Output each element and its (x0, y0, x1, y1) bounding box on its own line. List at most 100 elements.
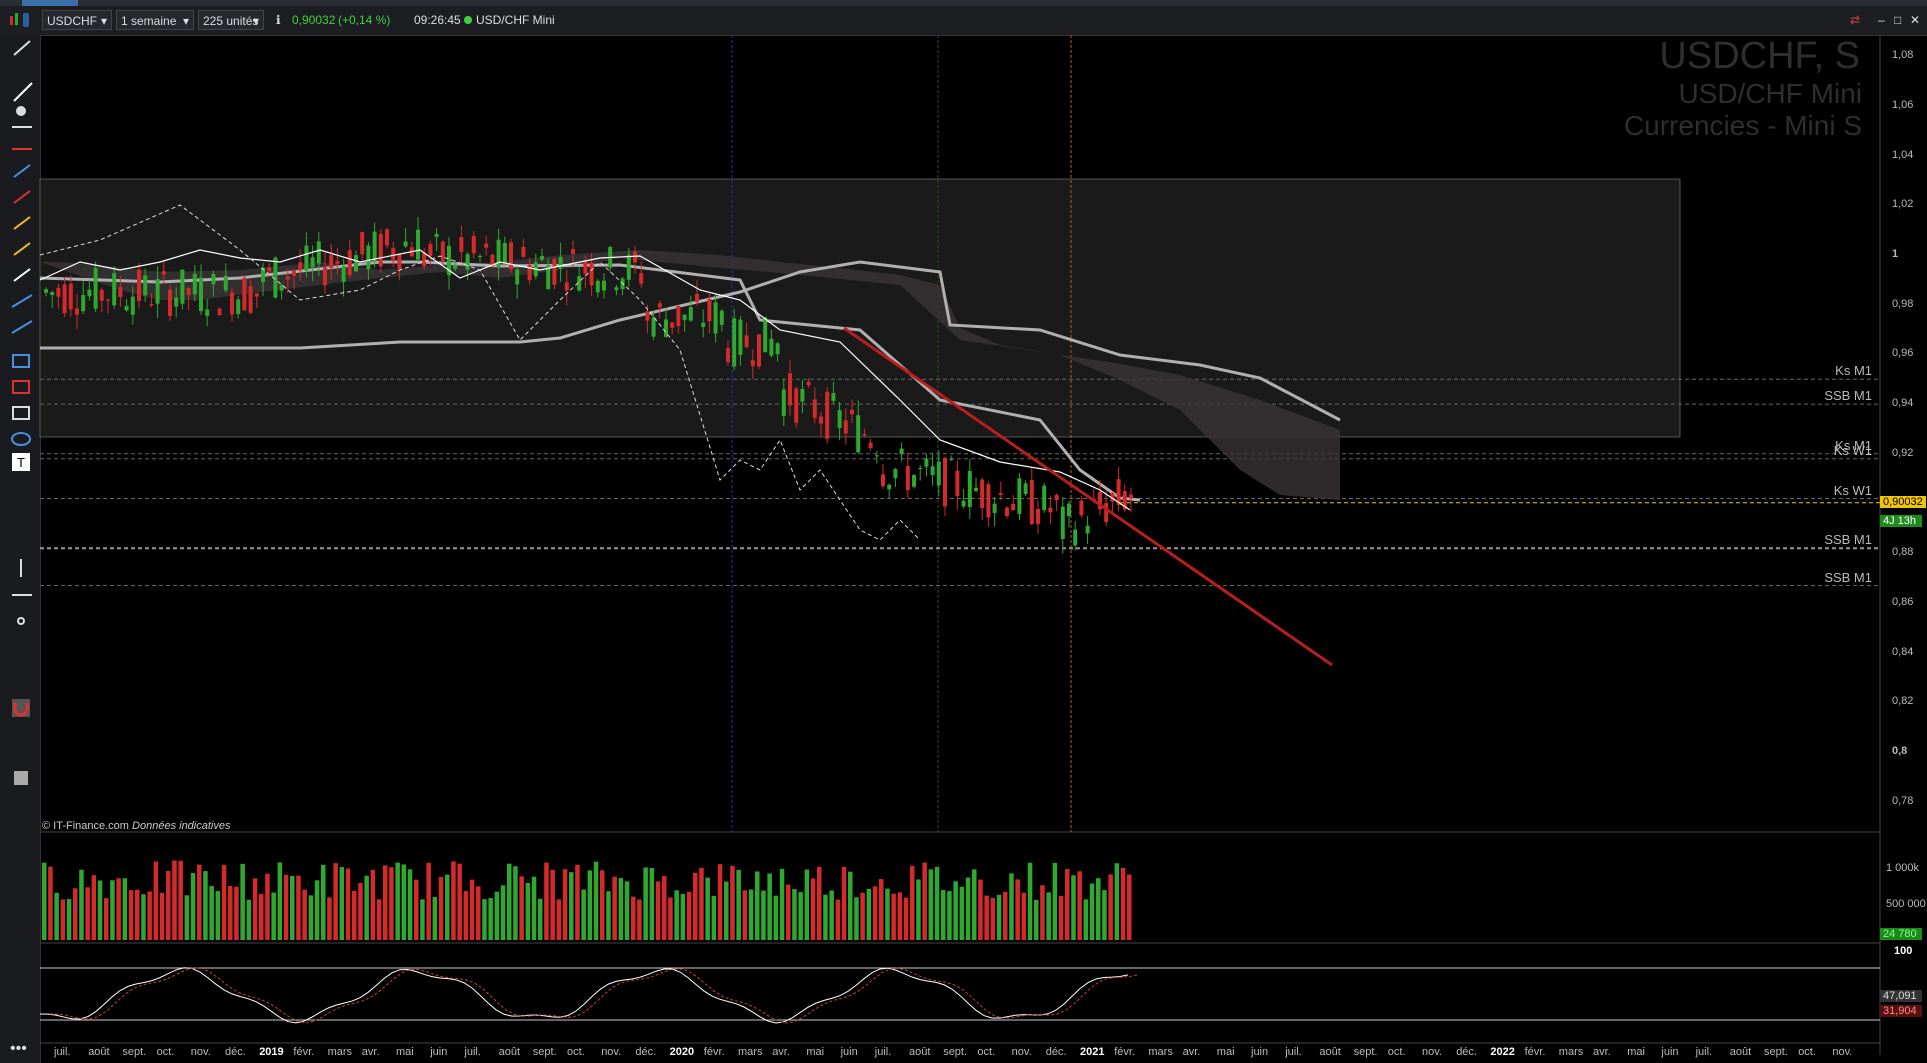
price-tick: 0,86 (1892, 595, 1914, 608)
candle (893, 469, 898, 479)
volume-bar (500, 885, 506, 940)
candle (626, 254, 631, 280)
candle (664, 319, 668, 337)
candle (831, 393, 836, 401)
time-tick: 2021 (1080, 1046, 1105, 1058)
candle (695, 293, 699, 303)
candle (292, 270, 296, 276)
candle (186, 288, 191, 296)
candle (744, 335, 749, 348)
time-tick: sept. (1353, 1046, 1378, 1058)
candle (750, 360, 755, 367)
volume-bar (606, 891, 611, 940)
volume-bar (841, 866, 847, 940)
volume-bar (866, 888, 872, 940)
candle (564, 282, 569, 291)
candle (149, 304, 154, 306)
volume-bar (916, 879, 921, 940)
candle (862, 434, 867, 436)
candle (335, 261, 340, 264)
volume-bar (953, 881, 958, 940)
volume-bar (897, 892, 903, 940)
candle (1073, 529, 1078, 546)
volume-bar (655, 881, 661, 940)
candle (819, 416, 823, 424)
volume-bar (283, 874, 289, 940)
level-label: Ks W1 (1833, 442, 1872, 458)
volume-bar (965, 877, 971, 940)
volume-bar (345, 868, 351, 940)
volume-axis-1000k: 1 000k (1886, 862, 1920, 874)
time-tick: oct. (1387, 1046, 1406, 1058)
volume-bar (73, 888, 78, 940)
candle (1042, 485, 1047, 511)
candle (918, 468, 923, 470)
candle (106, 299, 110, 301)
candle (651, 317, 656, 337)
volume-bar (1021, 892, 1027, 940)
volume-bar (569, 872, 574, 940)
time-tick: juil. (874, 1046, 892, 1058)
candle (825, 391, 830, 439)
candle (298, 262, 303, 271)
volume-bar (469, 879, 475, 940)
volume-bar (401, 864, 407, 940)
more-tools-icon[interactable]: ••• (10, 1040, 27, 1058)
volume-bar (773, 895, 779, 940)
time-tick: déc. (635, 1046, 657, 1058)
volume-bar (817, 866, 822, 940)
candle (682, 314, 687, 320)
volume-bar (736, 869, 741, 940)
volume-bar (662, 876, 667, 940)
candle (236, 299, 241, 314)
volume-bar (209, 886, 214, 940)
copyright-note: Données indicatives (132, 820, 231, 832)
volume-bar (333, 863, 338, 940)
candle (75, 308, 79, 315)
volume-bar (786, 884, 791, 940)
candle (130, 296, 135, 315)
time-tick: févr. (1524, 1046, 1546, 1058)
volume-bar (1015, 879, 1020, 940)
candle (583, 260, 588, 274)
candle (180, 269, 185, 304)
volume-bar (240, 863, 245, 940)
time-tick: juin (1661, 1046, 1679, 1058)
candle (124, 305, 129, 311)
volume-bar (519, 876, 524, 940)
time-tick: août (909, 1046, 931, 1058)
volume-bar (959, 886, 965, 940)
candle (781, 389, 786, 416)
volume-bar (184, 895, 190, 940)
candle (354, 255, 358, 272)
volume-bar (172, 860, 177, 940)
volume-bar (686, 891, 692, 940)
oscillator-line (39, 967, 1129, 1024)
volume-bar (457, 863, 462, 940)
candle (812, 399, 817, 419)
volume-bar (1114, 863, 1120, 940)
candle (248, 286, 253, 313)
candle (285, 276, 290, 280)
volume-bar (779, 868, 785, 940)
candle (788, 373, 792, 406)
volume-bar (246, 899, 252, 940)
time-tick: mai (396, 1046, 414, 1058)
candle (397, 254, 402, 270)
candle (602, 280, 606, 291)
volume-bar (445, 874, 450, 940)
volume-bar (593, 861, 599, 940)
volume-bar (141, 894, 146, 940)
candle (670, 322, 675, 328)
volume-bar (389, 867, 394, 940)
volume-bar (277, 862, 283, 940)
price-chart[interactable] (0, 0, 1927, 1063)
time-tick: juil. (1695, 1046, 1713, 1058)
volume-bar (618, 878, 624, 940)
volume-bar (538, 898, 543, 940)
volume-bar (996, 894, 1002, 940)
candle (279, 284, 284, 291)
volume-bar (624, 881, 630, 940)
candle (558, 256, 563, 269)
volume-bar (1009, 873, 1014, 940)
